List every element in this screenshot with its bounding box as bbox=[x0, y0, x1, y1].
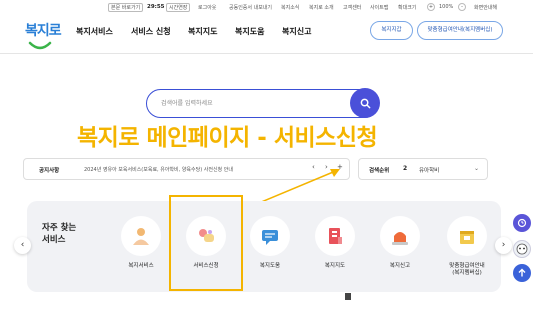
history-button[interactable] bbox=[513, 214, 531, 232]
quick-next-button[interactable]: › bbox=[495, 237, 512, 254]
quick-item-welfare-service[interactable]: 복지서비스 bbox=[111, 216, 171, 270]
quick-title-line1: 자주 찾는 bbox=[42, 223, 77, 233]
map-icon bbox=[315, 216, 355, 256]
quick-item-welfare-help[interactable]: 복지도움 bbox=[240, 216, 300, 270]
quick-item-welfare-report[interactable]: 복지신고 bbox=[370, 216, 430, 270]
chatbot-button[interactable] bbox=[513, 240, 531, 258]
quick-item-label: 복지신고 bbox=[389, 263, 411, 269]
annotation-highlight-box bbox=[169, 195, 243, 291]
quick-prev-button[interactable]: ‹ bbox=[14, 237, 31, 254]
arrow-up-icon bbox=[518, 268, 526, 277]
quick-item-custom-benefit[interactable]: 맞춤형급여안내 (복지멤버십) bbox=[437, 216, 497, 277]
carousel-pager[interactable] bbox=[345, 293, 351, 300]
quick-item-label-line2: (복지멤버십) bbox=[452, 270, 482, 276]
quick-item-welfare-map[interactable]: 복지지도 bbox=[305, 216, 365, 270]
siren-icon bbox=[380, 216, 420, 256]
person-icon bbox=[121, 216, 161, 256]
quick-item-label: 복지지도 bbox=[324, 263, 346, 269]
chat-icon bbox=[250, 216, 290, 256]
history-icon bbox=[517, 218, 527, 228]
quick-item-label-line1: 맞춤형급여안내 bbox=[449, 263, 485, 269]
gift-icon bbox=[447, 216, 487, 256]
quick-item-label: 맞춤형급여안내 (복지멤버십) bbox=[437, 263, 497, 277]
chatbot-icon bbox=[516, 243, 528, 255]
quick-title-line2: 서비스 bbox=[42, 235, 66, 245]
quick-item-label: 복지도움 bbox=[259, 263, 281, 269]
scroll-top-button[interactable] bbox=[513, 264, 531, 282]
quick-menu-title: 자주 찾는 서비스 bbox=[42, 222, 76, 246]
quick-item-label: 복지서비스 bbox=[128, 263, 154, 269]
